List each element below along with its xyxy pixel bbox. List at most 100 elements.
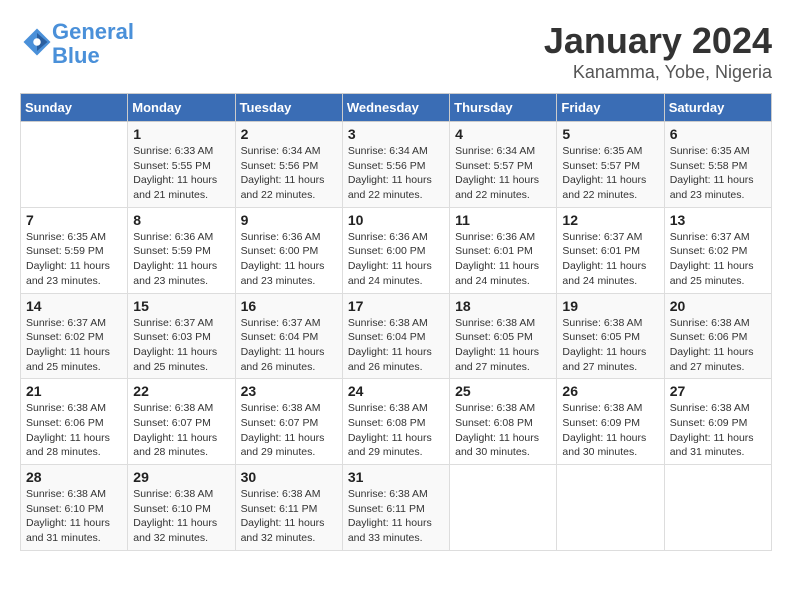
day-info: Sunrise: 6:38 AM Sunset: 6:07 PM Dayligh…: [241, 401, 337, 460]
day-info: Sunrise: 6:38 AM Sunset: 6:11 PM Dayligh…: [241, 487, 337, 546]
calendar-cell: [21, 122, 128, 208]
day-info: Sunrise: 6:37 AM Sunset: 6:01 PM Dayligh…: [562, 230, 658, 289]
day-number: 26: [562, 383, 658, 399]
calendar-cell: 7 Sunrise: 6:35 AM Sunset: 5:59 PM Daylig…: [21, 207, 128, 293]
col-header-wednesday: Wednesday: [342, 94, 449, 122]
calendar-cell: 28 Sunrise: 6:38 AM Sunset: 6:10 PM Dayli…: [21, 465, 128, 551]
day-info: Sunrise: 6:35 AM Sunset: 5:58 PM Dayligh…: [670, 144, 766, 203]
day-number: 3: [348, 126, 444, 142]
day-info: Sunrise: 6:38 AM Sunset: 6:08 PM Dayligh…: [348, 401, 444, 460]
day-info: Sunrise: 6:37 AM Sunset: 6:04 PM Dayligh…: [241, 316, 337, 375]
calendar-cell: [664, 465, 771, 551]
logo-text: General Blue: [52, 20, 134, 68]
calendar-cell: 24 Sunrise: 6:38 AM Sunset: 6:08 PM Dayli…: [342, 379, 449, 465]
title-block: January 2024 Kanamma, Yobe, Nigeria: [544, 20, 772, 83]
calendar-cell: 31Sunrise: 6:38 AM Sunset: 6:11 PM Dayli…: [342, 465, 449, 551]
calendar-cell: 4 Sunrise: 6:34 AM Sunset: 5:57 PM Daylig…: [450, 122, 557, 208]
calendar-week-row: 21Sunrise: 6:38 AM Sunset: 6:06 PM Dayli…: [21, 379, 772, 465]
col-header-sunday: Sunday: [21, 94, 128, 122]
day-number: 7: [26, 212, 122, 228]
day-number: 30: [241, 469, 337, 485]
day-number: 24: [348, 383, 444, 399]
calendar-cell: 21Sunrise: 6:38 AM Sunset: 6:06 PM Dayli…: [21, 379, 128, 465]
day-info: Sunrise: 6:38 AM Sunset: 6:05 PM Dayligh…: [562, 316, 658, 375]
day-info: Sunrise: 6:35 AM Sunset: 5:59 PM Dayligh…: [26, 230, 122, 289]
day-info: Sunrise: 6:34 AM Sunset: 5:56 PM Dayligh…: [241, 144, 337, 203]
logo-line2: Blue: [52, 43, 100, 68]
day-number: 27: [670, 383, 766, 399]
calendar-cell: 13Sunrise: 6:37 AM Sunset: 6:02 PM Dayli…: [664, 207, 771, 293]
day-info: Sunrise: 6:36 AM Sunset: 6:00 PM Dayligh…: [348, 230, 444, 289]
day-info: Sunrise: 6:38 AM Sunset: 6:10 PM Dayligh…: [133, 487, 229, 546]
day-number: 13: [670, 212, 766, 228]
calendar-cell: [557, 465, 664, 551]
day-number: 23: [241, 383, 337, 399]
day-number: 31: [348, 469, 444, 485]
day-number: 18: [455, 298, 551, 314]
logo-icon: [22, 27, 52, 57]
calendar-cell: 5 Sunrise: 6:35 AM Sunset: 5:57 PM Daylig…: [557, 122, 664, 208]
day-number: 4: [455, 126, 551, 142]
day-number: 17: [348, 298, 444, 314]
day-info: Sunrise: 6:34 AM Sunset: 5:57 PM Dayligh…: [455, 144, 551, 203]
day-number: 12: [562, 212, 658, 228]
logo: General Blue: [20, 20, 134, 68]
calendar-cell: 25 Sunrise: 6:38 AM Sunset: 6:08 PM Dayli…: [450, 379, 557, 465]
day-number: 15: [133, 298, 229, 314]
day-info: Sunrise: 6:36 AM Sunset: 6:00 PM Dayligh…: [241, 230, 337, 289]
day-info: Sunrise: 6:38 AM Sunset: 6:04 PM Dayligh…: [348, 316, 444, 375]
col-header-saturday: Saturday: [664, 94, 771, 122]
calendar-cell: 30 Sunrise: 6:38 AM Sunset: 6:11 PM Dayli…: [235, 465, 342, 551]
day-number: 25: [455, 383, 551, 399]
col-header-thursday: Thursday: [450, 94, 557, 122]
day-info: Sunrise: 6:38 AM Sunset: 6:08 PM Dayligh…: [455, 401, 551, 460]
calendar-cell: 2 Sunrise: 6:34 AM Sunset: 5:56 PM Daylig…: [235, 122, 342, 208]
day-info: Sunrise: 6:38 AM Sunset: 6:05 PM Dayligh…: [455, 316, 551, 375]
day-info: Sunrise: 6:37 AM Sunset: 6:02 PM Dayligh…: [26, 316, 122, 375]
calendar-cell: 10 Sunrise: 6:36 AM Sunset: 6:00 PM Dayli…: [342, 207, 449, 293]
calendar-cell: 29 Sunrise: 6:38 AM Sunset: 6:10 PM Dayli…: [128, 465, 235, 551]
day-number: 22: [133, 383, 229, 399]
day-number: 16: [241, 298, 337, 314]
day-info: Sunrise: 6:37 AM Sunset: 6:03 PM Dayligh…: [133, 316, 229, 375]
day-number: 29: [133, 469, 229, 485]
day-info: Sunrise: 6:38 AM Sunset: 6:06 PM Dayligh…: [26, 401, 122, 460]
calendar-cell: 15 Sunrise: 6:37 AM Sunset: 6:03 PM Dayli…: [128, 293, 235, 379]
calendar-cell: 22 Sunrise: 6:38 AM Sunset: 6:07 PM Dayli…: [128, 379, 235, 465]
day-info: Sunrise: 6:36 AM Sunset: 6:01 PM Dayligh…: [455, 230, 551, 289]
calendar-week-row: 28 Sunrise: 6:38 AM Sunset: 6:10 PM Dayli…: [21, 465, 772, 551]
calendar-cell: 6Sunrise: 6:35 AM Sunset: 5:58 PM Daylig…: [664, 122, 771, 208]
calendar-subtitle: Kanamma, Yobe, Nigeria: [544, 62, 772, 83]
calendar-week-row: 14Sunrise: 6:37 AM Sunset: 6:02 PM Dayli…: [21, 293, 772, 379]
calendar-cell: 11 Sunrise: 6:36 AM Sunset: 6:01 PM Dayli…: [450, 207, 557, 293]
page-header: General Blue January 2024 Kanamma, Yobe,…: [20, 20, 772, 83]
calendar-cell: 23 Sunrise: 6:38 AM Sunset: 6:07 PM Dayli…: [235, 379, 342, 465]
calendar-title: January 2024: [544, 20, 772, 62]
day-number: 19: [562, 298, 658, 314]
calendar-cell: 17 Sunrise: 6:38 AM Sunset: 6:04 PM Dayli…: [342, 293, 449, 379]
day-info: Sunrise: 6:38 AM Sunset: 6:06 PM Dayligh…: [670, 316, 766, 375]
calendar-cell: 19 Sunrise: 6:38 AM Sunset: 6:05 PM Dayli…: [557, 293, 664, 379]
day-info: Sunrise: 6:38 AM Sunset: 6:09 PM Dayligh…: [562, 401, 658, 460]
calendar-cell: 26 Sunrise: 6:38 AM Sunset: 6:09 PM Dayli…: [557, 379, 664, 465]
calendar-cell: 1Sunrise: 6:33 AM Sunset: 5:55 PM Daylig…: [128, 122, 235, 208]
day-info: Sunrise: 6:36 AM Sunset: 5:59 PM Dayligh…: [133, 230, 229, 289]
day-info: Sunrise: 6:38 AM Sunset: 6:10 PM Dayligh…: [26, 487, 122, 546]
calendar-cell: 27 Sunrise: 6:38 AM Sunset: 6:09 PM Dayli…: [664, 379, 771, 465]
day-info: Sunrise: 6:35 AM Sunset: 5:57 PM Dayligh…: [562, 144, 658, 203]
col-header-monday: Monday: [128, 94, 235, 122]
calendar-cell: 14Sunrise: 6:37 AM Sunset: 6:02 PM Dayli…: [21, 293, 128, 379]
day-number: 11: [455, 212, 551, 228]
calendar-cell: 8 Sunrise: 6:36 AM Sunset: 5:59 PM Daylig…: [128, 207, 235, 293]
day-number: 10: [348, 212, 444, 228]
day-info: Sunrise: 6:38 AM Sunset: 6:09 PM Dayligh…: [670, 401, 766, 460]
col-header-tuesday: Tuesday: [235, 94, 342, 122]
day-info: Sunrise: 6:33 AM Sunset: 5:55 PM Dayligh…: [133, 144, 229, 203]
day-number: 28: [26, 469, 122, 485]
day-number: 5: [562, 126, 658, 142]
day-number: 8: [133, 212, 229, 228]
day-number: 2: [241, 126, 337, 142]
calendar-week-row: 7 Sunrise: 6:35 AM Sunset: 5:59 PM Daylig…: [21, 207, 772, 293]
day-info: Sunrise: 6:38 AM Sunset: 6:07 PM Dayligh…: [133, 401, 229, 460]
calendar-cell: [450, 465, 557, 551]
